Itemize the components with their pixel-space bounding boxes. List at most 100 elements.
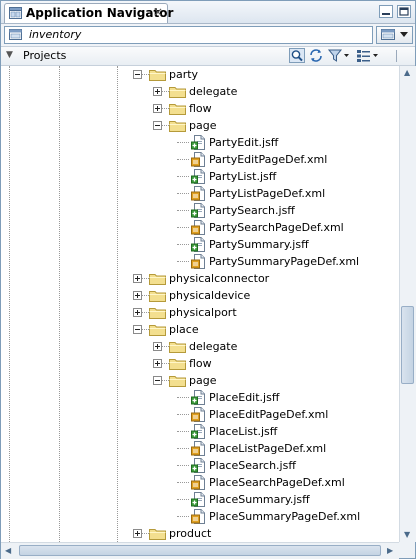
tree-folder-node[interactable]: flow — [1, 355, 399, 372]
tree-node-label: PlaceSearch.jsff — [209, 459, 296, 472]
project-tree[interactable]: party delegate flow page PartyEdit.jsff Party… — [1, 66, 399, 542]
tree-file-node[interactable]: PlaceEditPageDef.xml — [1, 406, 399, 423]
tree-folder-node[interactable]: physicalconnector — [1, 270, 399, 287]
options-icon[interactable] — [356, 48, 380, 63]
search-icon[interactable] — [289, 48, 305, 63]
tree-file-node[interactable]: PlaceSearchPageDef.xml — [1, 474, 399, 491]
expand-node-icon[interactable] — [153, 87, 162, 96]
jsff-file-icon — [191, 458, 205, 473]
horizontal-scrollbar[interactable]: ◀ ▶ — [1, 542, 399, 559]
tree-connector-line — [177, 431, 189, 432]
tree-file-node[interactable]: PlaceSearch.jsff — [1, 457, 399, 474]
tree-file-node[interactable]: PlaceSummary.jsff — [1, 491, 399, 508]
application-navigator-panel: Application Navigator × inventory ▼ Proj… — [0, 0, 416, 559]
jsff-file-icon — [191, 169, 205, 184]
tree-node-label: PlaceSummaryPageDef.xml — [209, 510, 361, 523]
jsff-file-icon — [191, 203, 205, 218]
application-menu-button[interactable] — [376, 26, 413, 44]
toolbar-divider — [396, 50, 397, 62]
expand-node-icon[interactable] — [133, 529, 142, 538]
folder-icon — [149, 70, 166, 81]
tree-node-label: PartyEdit.jsff — [209, 136, 279, 149]
expand-node-icon[interactable] — [153, 359, 162, 368]
tree-connector-line — [177, 465, 189, 466]
tree-file-node[interactable]: PlaceSummaryPageDef.xml — [1, 508, 399, 525]
vertical-scroll-thumb[interactable] — [401, 306, 414, 384]
close-icon[interactable]: × — [152, 5, 164, 19]
tree-node-label: physicaldevice — [169, 289, 251, 302]
tree-file-node[interactable]: PartyEdit.jsff — [1, 134, 399, 151]
application-combo-value: inventory — [29, 28, 82, 41]
folder-icon — [169, 121, 186, 132]
application-combo[interactable]: inventory — [4, 26, 373, 44]
filter-icon[interactable] — [328, 48, 350, 63]
tree-folder-node[interactable]: page — [1, 117, 399, 134]
scroll-left-icon[interactable]: ◀ — [5, 546, 11, 555]
tree-folder-node[interactable]: flow — [1, 100, 399, 117]
tree-node-label: PlaceSearchPageDef.xml — [209, 476, 345, 489]
tree-node-label: flow — [189, 357, 212, 370]
expand-node-icon[interactable] — [133, 308, 142, 317]
scroll-down-icon[interactable]: ▼ — [404, 530, 410, 539]
scroll-right-icon[interactable]: ▶ — [387, 546, 393, 555]
collapse-node-icon[interactable] — [133, 70, 142, 79]
vertical-scrollbar[interactable]: ▲ ▼ — [399, 66, 416, 542]
tree-node-label: physicalport — [169, 306, 237, 319]
expand-node-icon[interactable] — [153, 104, 162, 113]
tree-node-label: place — [169, 323, 199, 336]
tree-node-label: PartySummaryPageDef.xml — [209, 255, 360, 268]
tree-node-label: PlaceListPageDef.xml — [209, 442, 327, 455]
tree-folder-node[interactable]: delegate — [1, 338, 399, 355]
panel-titlebar: Application Navigator × — [1, 1, 415, 24]
collapse-node-icon[interactable] — [153, 121, 162, 130]
folder-icon — [169, 87, 186, 98]
tree-folder-node[interactable]: place — [1, 321, 399, 338]
tree-node-label: PartySearchPageDef.xml — [209, 221, 344, 234]
application-selector-bar: inventory — [1, 24, 415, 47]
tree-file-node[interactable]: PartyEditPageDef.xml — [1, 151, 399, 168]
collapse-node-icon[interactable] — [133, 325, 142, 334]
tree-file-node[interactable]: PartySearchPageDef.xml — [1, 219, 399, 236]
folder-icon — [149, 325, 166, 336]
folder-icon — [169, 376, 186, 387]
tree-folder-node[interactable]: party — [1, 66, 399, 83]
jsff-file-icon — [191, 390, 205, 405]
tree-folder-node[interactable]: product — [1, 525, 399, 542]
tree-node-label: PartySummary.jsff — [209, 238, 309, 251]
jsff-file-icon — [191, 135, 205, 150]
tree-node-label: page — [189, 119, 217, 132]
tree-folder-node[interactable]: physicalport — [1, 304, 399, 321]
expand-node-icon[interactable] — [153, 342, 162, 351]
tree-node-label: flow — [189, 102, 212, 115]
minimize-icon[interactable] — [379, 5, 393, 18]
tree-file-node[interactable]: PlaceListPageDef.xml — [1, 440, 399, 457]
tree-file-node[interactable]: PartyList.jsff — [1, 168, 399, 185]
tree-file-node[interactable]: PartySearch.jsff — [1, 202, 399, 219]
tree-file-node[interactable]: PartyListPageDef.xml — [1, 185, 399, 202]
xml-file-icon — [191, 254, 205, 269]
scroll-up-icon[interactable]: ▲ — [404, 68, 410, 77]
application-navigator-tab[interactable]: Application Navigator × — [4, 3, 173, 23]
tree-node-label: delegate — [189, 85, 238, 98]
maximize-icon[interactable] — [397, 5, 411, 18]
collapse-node-icon[interactable] — [153, 376, 162, 385]
folder-icon — [169, 342, 186, 353]
tree-folder-node[interactable]: page — [1, 372, 399, 389]
projects-label: Projects — [23, 49, 67, 62]
tree-file-node[interactable]: PartySummary.jsff — [1, 236, 399, 253]
expand-node-icon[interactable] — [133, 274, 142, 283]
tree-folder-node[interactable]: physicaldevice — [1, 287, 399, 304]
tree-folder-node[interactable]: delegate — [1, 83, 399, 100]
tree-node-label: party — [169, 68, 199, 81]
tree-file-node[interactable]: PartySummaryPageDef.xml — [1, 253, 399, 270]
tree-connector-line — [177, 176, 189, 177]
tree-file-node[interactable]: PlaceList.jsff — [1, 423, 399, 440]
tree-file-node[interactable]: PlaceEdit.jsff — [1, 389, 399, 406]
expand-node-icon[interactable] — [133, 291, 142, 300]
tree-connector-line — [177, 448, 189, 449]
sync-icon[interactable] — [308, 48, 324, 63]
projects-header[interactable]: ▼ Projects — [1, 47, 415, 66]
horizontal-scroll-thumb[interactable] — [19, 545, 381, 556]
folder-icon — [149, 274, 166, 285]
collapse-projects-icon[interactable]: ▼ — [6, 50, 13, 60]
